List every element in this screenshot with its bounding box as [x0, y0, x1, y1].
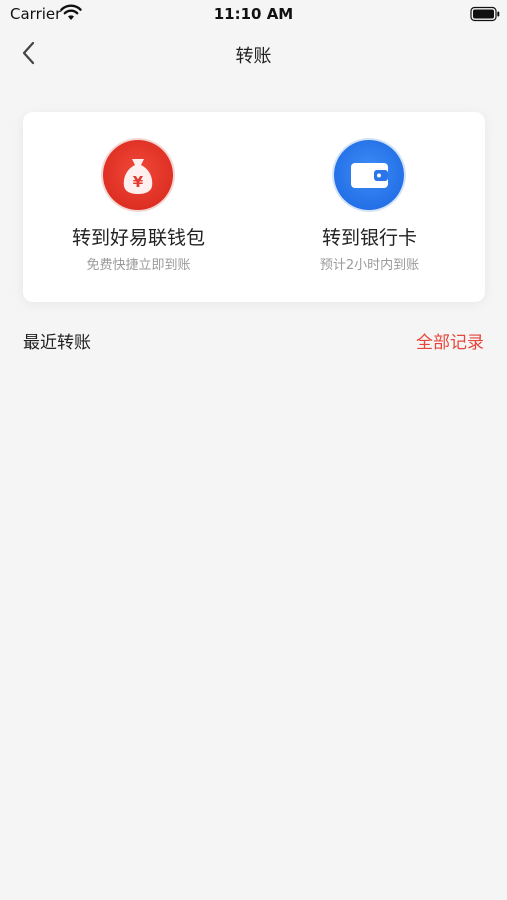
navigation-bar: 转账	[0, 30, 507, 76]
wallet-icon	[334, 140, 404, 210]
wallet-option-title: 转到好易联钱包	[71, 227, 205, 249]
bank-card-option-title: 转到银行卡	[321, 227, 417, 249]
battery-icon	[470, 6, 500, 22]
transfer-to-wallet-option[interactable]: ¥ 转到好易联钱包 免费快捷立即到账	[23, 112, 254, 302]
bank-card-option-subtitle: 预计2小时内到账	[319, 258, 420, 273]
svg-text:¥: ¥	[133, 173, 144, 191]
recent-transfers-title: 最近转账	[23, 333, 91, 353]
status-time: 11:10 AM	[213, 5, 294, 23]
page-title: 转账	[235, 46, 272, 67]
money-bag-icon: ¥	[103, 140, 173, 210]
all-records-link[interactable]: 全部记录	[416, 328, 484, 353]
transfer-to-bank-card-option[interactable]: 转到银行卡 预计2小时内到账	[254, 112, 485, 302]
status-bar: Carrier 11:10 AM	[0, 0, 507, 30]
wallet-option-subtitle: 免费快捷立即到账	[86, 258, 191, 273]
transfer-options-card: ¥ 转到好易联钱包 免费快捷立即到账 转到银行卡 预计2小时内到账	[23, 112, 485, 302]
